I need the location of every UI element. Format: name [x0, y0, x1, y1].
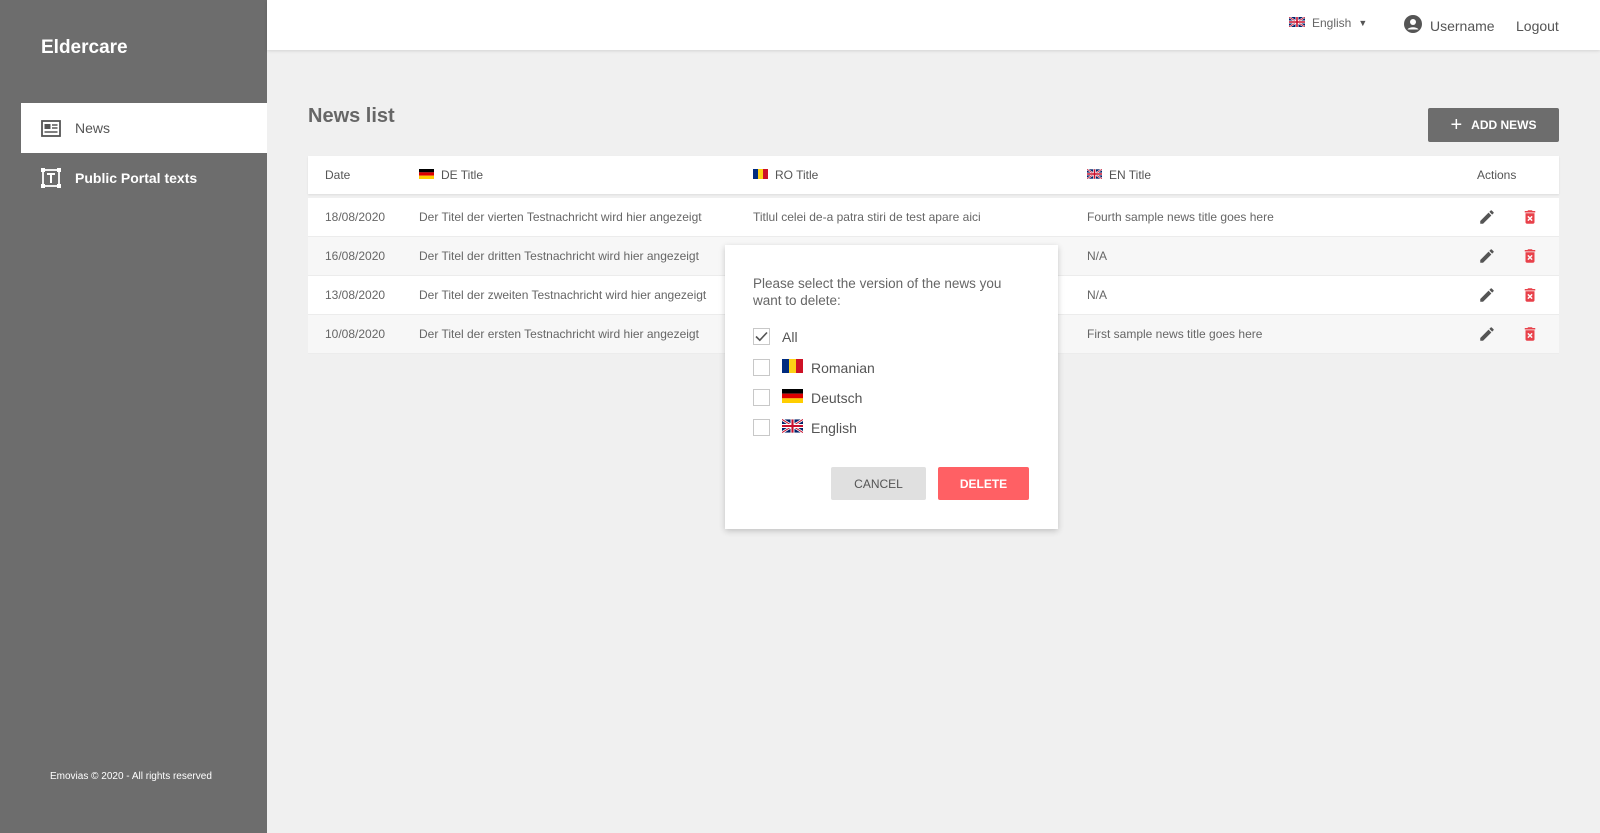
page-title: News list — [308, 105, 395, 127]
sidebar-item-public-portal-texts[interactable]: Public Portal texts — [21, 153, 267, 203]
edit-icon[interactable] — [1478, 325, 1496, 348]
header-actions: Actions — [1477, 168, 1517, 182]
add-news-label: ADD NEWS — [1471, 118, 1537, 132]
header-de-label: DE Title — [441, 168, 484, 182]
language-label: English — [1312, 16, 1352, 30]
option-label: All — [782, 328, 798, 345]
table-header: Date DE Title RO Title EN Title Actions — [308, 156, 1559, 194]
sidebar: Eldercare News Public Portal texts Emovi… — [0, 0, 267, 833]
cell-en-title: N/A — [1087, 249, 1108, 263]
logout-link[interactable]: Logout — [1516, 18, 1559, 34]
caret-down-icon: ▼ — [1358, 18, 1368, 28]
uk-flag-icon — [1086, 168, 1103, 182]
de-flag-icon — [782, 389, 803, 406]
cell-ro-title: Titlul celei de-a patra stiri de test ap… — [753, 210, 981, 224]
header-ro-title[interactable]: RO Title — [753, 156, 818, 194]
text-box-icon — [41, 168, 61, 188]
header-ro-label: RO Title — [775, 168, 819, 182]
checkbox-english[interactable] — [753, 419, 770, 436]
option-english[interactable]: English — [753, 418, 857, 436]
cell-de-title: Der Titel der ersten Testnachricht wird … — [419, 327, 699, 341]
delete-dialog: Please select the version of the news yo… — [725, 245, 1058, 529]
sidebar-item-label: News — [75, 120, 111, 136]
dialog-message: Please select the version of the news yo… — [753, 276, 1002, 308]
cell-de-title: Der Titel der dritten Testnachricht wird… — [419, 249, 699, 263]
user-menu[interactable]: Username — [1404, 15, 1495, 36]
cell-en-title: N/A — [1087, 288, 1108, 302]
header-date[interactable]: Date — [325, 156, 350, 194]
cell-date: 16/08/2020 — [325, 249, 386, 263]
delete-icon[interactable] — [1521, 325, 1539, 348]
option-romanian[interactable]: Romanian — [753, 359, 875, 376]
ro-flag-icon — [753, 168, 768, 182]
checkmark-icon — [755, 331, 768, 342]
header-de-title[interactable]: DE Title — [419, 156, 483, 194]
table-row: 18/08/2020 Der Titel der vierten Testnac… — [308, 198, 1559, 237]
delete-button[interactable]: DELETE — [938, 467, 1029, 500]
delete-icon[interactable] — [1521, 247, 1539, 270]
cell-de-title: Der Titel der vierten Testnachricht wird… — [419, 210, 702, 224]
option-all[interactable]: All — [753, 328, 798, 345]
cancel-button[interactable]: CANCEL — [831, 467, 926, 500]
option-deutsch[interactable]: Deutsch — [753, 389, 862, 406]
plus-icon: + — [1450, 114, 1463, 136]
delete-icon[interactable] — [1521, 208, 1539, 231]
top-bar: English ▼ Username Logout — [267, 0, 1600, 50]
header-en-label: EN Title — [1109, 168, 1152, 182]
checkbox-deutsch[interactable] — [753, 389, 770, 406]
option-label: Romanian — [811, 359, 875, 376]
edit-icon[interactable] — [1478, 208, 1496, 231]
checkbox-all[interactable] — [753, 328, 770, 345]
language-selector[interactable]: English ▼ — [1288, 16, 1368, 30]
option-label: Deutsch — [811, 389, 863, 406]
edit-icon[interactable] — [1478, 286, 1496, 309]
account-circle-icon — [1404, 15, 1430, 36]
brand-title: Eldercare — [41, 37, 128, 58]
checkbox-romanian[interactable] — [753, 359, 770, 376]
footer-copyright: Emovias © 2020 - All rights reserved — [50, 771, 212, 782]
cell-date: 10/08/2020 — [325, 327, 386, 341]
cell-en-title: First sample news title goes here — [1087, 327, 1263, 341]
ro-flag-icon — [782, 359, 803, 376]
header-en-title[interactable]: EN Title — [1086, 156, 1152, 194]
edit-icon[interactable] — [1478, 247, 1496, 270]
de-flag-icon — [419, 168, 434, 182]
cell-de-title: Der Titel der zweiten Testnachricht wird… — [419, 288, 707, 302]
uk-flag-icon — [781, 418, 804, 436]
cell-en-title: Fourth sample news title goes here — [1087, 210, 1274, 224]
username-label: Username — [1430, 17, 1495, 34]
option-label: English — [811, 419, 857, 436]
sidebar-item-label: Public Portal texts — [75, 170, 198, 186]
sidebar-item-news[interactable]: News — [21, 103, 267, 153]
delete-icon[interactable] — [1521, 286, 1539, 309]
add-news-button[interactable]: + ADD NEWS — [1428, 108, 1559, 142]
uk-flag-icon — [1288, 16, 1306, 30]
cell-date: 13/08/2020 — [325, 288, 386, 302]
cell-date: 18/08/2020 — [325, 210, 386, 224]
newspaper-icon — [41, 119, 61, 137]
